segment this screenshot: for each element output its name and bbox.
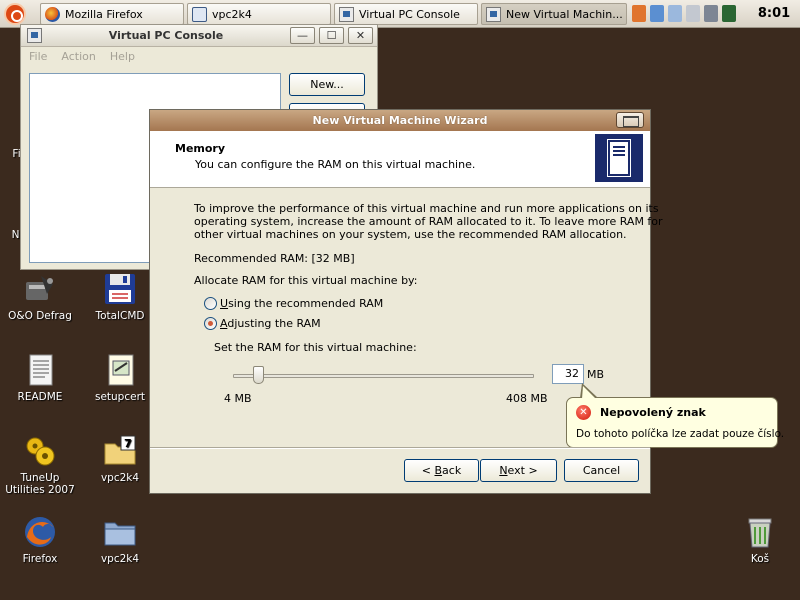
wizard-title: New Virtual Machine Wizard (312, 114, 488, 127)
desktop-icon-trash[interactable]: Koš (720, 515, 800, 565)
back-button[interactable]: < Back (404, 459, 479, 482)
option-adjusting-label[interactable]: Adjusting the RAM (220, 317, 321, 331)
desktop-icon-label: README (17, 391, 63, 403)
tooltip-pointer-fill (582, 386, 596, 399)
page-title: Memory (175, 142, 226, 155)
allocate-label: Allocate RAM for this virtual machine by… (194, 274, 418, 287)
desktop-icon-label: vpc2k4 (100, 472, 140, 484)
tray-status-icon[interactable] (704, 5, 718, 22)
virtual-pc-icon (486, 6, 501, 22)
desktop-icon-label: TuneUp Utilities 2007 (5, 472, 75, 496)
radio-adjusting-ram[interactable] (204, 317, 217, 330)
option-recommended-label[interactable]: Using the recommended RAM (220, 297, 383, 311)
desktop-icon-label: Firefox (22, 553, 58, 565)
ram-slider-thumb[interactable] (253, 366, 264, 384)
maximize-button[interactable]: ☐ (319, 27, 344, 44)
next-button[interactable]: Next > (480, 459, 557, 482)
intro-line: other virtual machines on your system, u… (194, 228, 627, 241)
window-titlebar[interactable]: Virtual PC Console — ☐ ✕ (21, 25, 377, 47)
restore-button[interactable] (616, 112, 644, 128)
desktop-icon-label: setupcert (94, 391, 146, 403)
tooltip-title: Nepovolený znak (600, 406, 706, 419)
task-new-virtual-machine[interactable]: New Virtual Machin... (481, 3, 627, 25)
menu-help[interactable]: Help (110, 50, 135, 63)
wizard-header: Memory You can configure the RAM on this… (150, 131, 650, 188)
ubuntu-menu-icon[interactable] (4, 3, 26, 25)
menu-file[interactable]: File (29, 50, 47, 63)
task-label: Mozilla Firefox (65, 7, 143, 21)
folder-icon (192, 6, 207, 22)
ram-unit-label: MB (587, 368, 605, 381)
battery-icon[interactable] (722, 5, 736, 22)
ram-slider-track[interactable] (233, 374, 534, 378)
desktop-icon-label: vpc2k4 (100, 553, 140, 565)
tray-network-icon[interactable] (650, 5, 664, 22)
folder-icon (103, 515, 137, 549)
radio-recommended-ram[interactable] (204, 297, 217, 310)
slider-min-label: 4 MB (224, 392, 252, 405)
certificate-icon (103, 353, 137, 387)
desktop-icon-label: Koš (750, 553, 770, 565)
button-separator (150, 447, 650, 449)
task-label: vpc2k4 (212, 7, 252, 21)
trash-icon (743, 515, 777, 549)
text-document-icon (23, 353, 57, 387)
desktop-icon-tuneup[interactable]: TuneUp Utilities 2007 (0, 434, 80, 496)
option-label-text: djusting the RAM (227, 317, 321, 330)
ram-amount-input[interactable]: 32 (552, 364, 584, 384)
minimize-button[interactable]: — (290, 27, 315, 44)
tooltip-message: Do tohoto políčka lze zadat pouze číslo. (576, 428, 785, 440)
firefox-icon (45, 6, 60, 22)
task-label: Virtual PC Console (359, 7, 460, 21)
virtual-pc-icon (339, 6, 354, 22)
desktop-icon-firefox[interactable]: Firefox (0, 515, 80, 565)
archive-folder-icon: 7 (103, 434, 137, 468)
system-tray (632, 5, 736, 22)
menu-bar: File Action Help (21, 47, 377, 65)
volume-icon[interactable] (686, 5, 700, 22)
recommended-ram-label: Recommended RAM: [32 MB] (194, 252, 355, 265)
window-title: Virtual PC Console (108, 29, 224, 42)
tuneup-icon (23, 434, 57, 468)
desktop-icon-totalcmd[interactable]: TotalCMD (80, 272, 160, 322)
tray-app-icon[interactable] (632, 5, 646, 22)
virtual-pc-icon (27, 28, 42, 43)
computer-icon (595, 134, 643, 182)
option-label-text: sing the recommended RAM (228, 297, 384, 310)
page-subtitle: You can configure the RAM on this virtua… (195, 158, 476, 171)
desktop-icon-vpc2k4-archive[interactable]: 7 vpc2k4 (80, 434, 160, 484)
set-ram-label: Set the RAM for this virtual machine: (214, 341, 417, 354)
task-firefox[interactable]: Mozilla Firefox (40, 3, 184, 25)
intro-line: operating system, increase the amount of… (194, 215, 663, 228)
new-button[interactable]: New... (289, 73, 365, 96)
desktop-icon-label: TotalCMD (95, 310, 145, 322)
cancel-button[interactable]: Cancel (564, 459, 639, 482)
task-virtual-pc-console[interactable]: Virtual PC Console (334, 3, 478, 25)
task-label: New Virtual Machin... (506, 7, 623, 21)
task-vpc2k4[interactable]: vpc2k4 (187, 3, 331, 25)
floppy-icon (103, 272, 137, 306)
desktop-icon-readme[interactable]: README (0, 353, 80, 403)
tray-update-icon[interactable] (668, 5, 682, 22)
desktop-icon-oo-defrag[interactable]: O&O Defrag (0, 272, 80, 322)
button-label: ext > (507, 464, 538, 477)
desktop-icon-vpc2k4-folder[interactable]: vpc2k4 (80, 515, 160, 565)
desktop-icon-setupcert[interactable]: setupcert (80, 353, 160, 403)
slider-max-label: 408 MB (506, 392, 548, 405)
close-button[interactable]: ✕ (348, 27, 373, 44)
svg-text:7: 7 (124, 437, 132, 450)
wizard-titlebar[interactable]: New Virtual Machine Wizard (150, 110, 650, 131)
defrag-icon (23, 272, 57, 306)
error-icon: ✕ (576, 405, 591, 420)
menu-action[interactable]: Action (61, 50, 95, 63)
button-label: ack (442, 464, 462, 477)
intro-line: To improve the performance of this virtu… (194, 202, 659, 215)
clock[interactable]: 8:01 (752, 4, 796, 24)
desktop-icon-label: O&O Defrag (8, 310, 72, 322)
firefox-icon (23, 515, 57, 549)
